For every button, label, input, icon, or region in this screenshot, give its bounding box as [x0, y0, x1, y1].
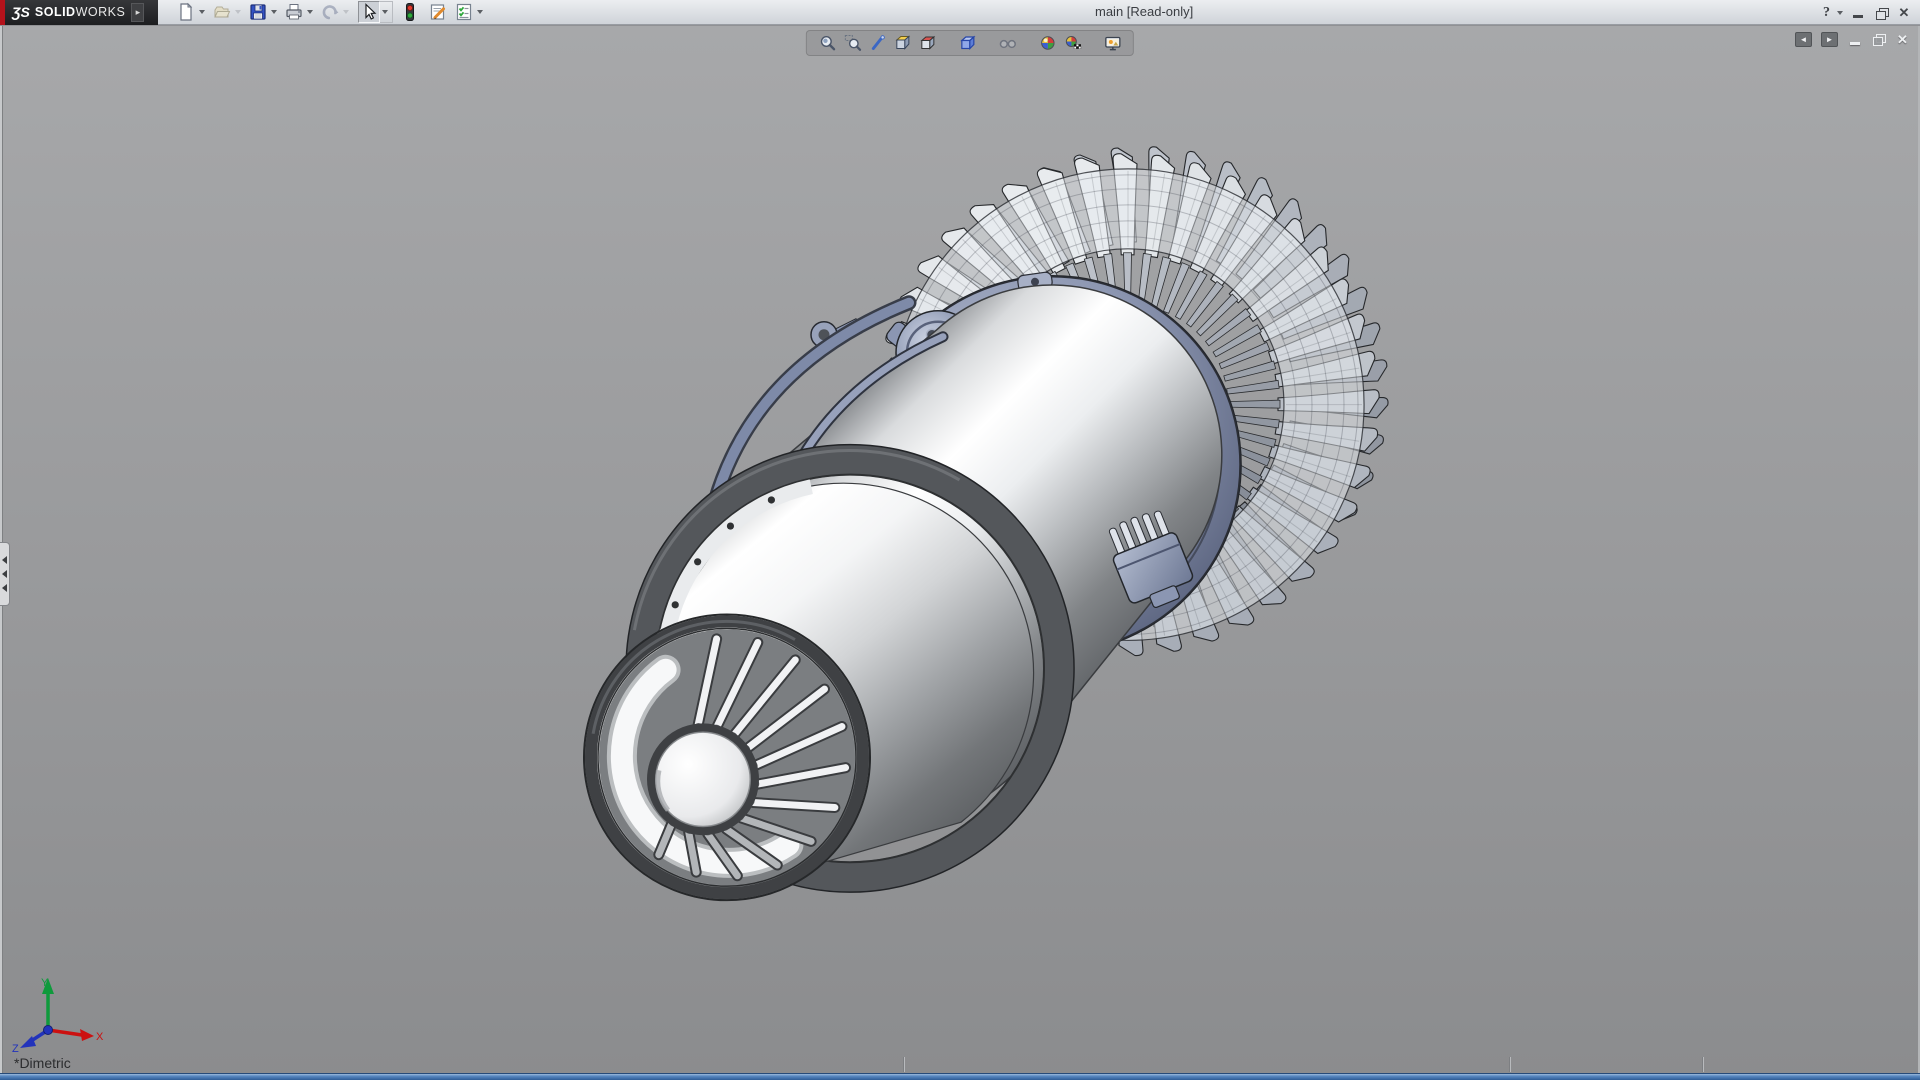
- print-dropdown-caret[interactable]: [307, 10, 313, 14]
- view-orientation-button[interactable]: [915, 31, 940, 55]
- triad-z-label: Z: [12, 1043, 19, 1052]
- logo-text-works: WORKS: [76, 5, 126, 19]
- zoom-to-area-button[interactable]: [840, 31, 865, 55]
- traffic-light-icon: [399, 1, 421, 23]
- graphics-viewport[interactable]: ◄ ► ✕ Y X Z *Dimetric: [0, 26, 1920, 1080]
- menu-expand-arrow[interactable]: ▸: [131, 3, 144, 22]
- window-title: main [Read-only]: [1095, 4, 1193, 19]
- select-cursor-icon: [358, 1, 380, 23]
- app-window-controls: ? ✕: [1823, 0, 1912, 25]
- reference-triad: Y X Z: [8, 972, 108, 1052]
- zoom-to-fit-button[interactable]: [815, 31, 840, 55]
- save-dropdown-caret[interactable]: [271, 10, 277, 14]
- eyeglasses-icon: [998, 34, 1016, 52]
- statusbar-divider: [1509, 1057, 1510, 1072]
- section-view-icon: [893, 34, 911, 52]
- app-close-button[interactable]: ✕: [1896, 5, 1912, 21]
- view-orientation-icon: [918, 34, 936, 52]
- rebuild-button[interactable]: [398, 0, 422, 24]
- apply-scene-button[interactable]: [1060, 31, 1085, 55]
- options-dropdown-caret[interactable]: [477, 10, 483, 14]
- collapse-arrow-icon: [2, 556, 7, 564]
- previous-view-button[interactable]: [865, 31, 890, 55]
- appearance-ball-icon: [1038, 34, 1056, 52]
- select-button[interactable]: [357, 0, 394, 24]
- display-style-button[interactable]: [955, 31, 980, 55]
- section-view-button[interactable]: [890, 31, 915, 55]
- select-dropdown-caret[interactable]: [382, 10, 388, 14]
- open-icon: [211, 1, 233, 23]
- logo-red-stripe: [0, 0, 5, 25]
- statusbar-divider: [903, 1057, 904, 1072]
- taskbar-edge-strip: [0, 1073, 1920, 1080]
- checklist-icon: [453, 1, 475, 23]
- view-orientation-label: *Dimetric: [14, 1055, 71, 1071]
- triad-x-label: X: [96, 1031, 104, 1043]
- doc-minimize-button[interactable]: [1847, 32, 1862, 47]
- new-document-button[interactable]: [174, 0, 210, 24]
- statusbar-divider: [1702, 1057, 1703, 1072]
- triad-y-label: Y: [41, 977, 49, 989]
- hide-show-items-button[interactable]: [995, 31, 1020, 55]
- feature-manager-collapsed-tab[interactable]: [0, 542, 10, 606]
- new-document-icon: [175, 1, 197, 23]
- help-button[interactable]: ?: [1823, 5, 1830, 21]
- undo-button[interactable]: [318, 0, 354, 24]
- save-button[interactable]: [246, 0, 282, 24]
- print-button[interactable]: [282, 0, 318, 24]
- open-dropdown-caret: [235, 10, 241, 14]
- select-dropdown-cell[interactable]: [380, 1, 393, 23]
- nozzle-mouth: [584, 614, 870, 900]
- collapse-arrow-icon: [2, 570, 7, 578]
- file-properties-button[interactable]: [426, 0, 450, 24]
- view-settings-button[interactable]: [1100, 31, 1125, 55]
- solidworks-logo: ƷS SOLID WORKS ▸: [0, 0, 158, 25]
- document-window-controls: ◄ ► ✕: [1795, 32, 1910, 47]
- options-button[interactable]: [452, 0, 488, 24]
- zoom-to-fit-icon: [818, 34, 836, 52]
- previous-view-icon: [868, 34, 886, 52]
- undo-dropdown-caret: [343, 10, 349, 14]
- scene-ball-flag-icon: [1063, 34, 1081, 52]
- edit-appearance-button[interactable]: [1035, 31, 1060, 55]
- dock-right-button[interactable]: ►: [1821, 32, 1838, 47]
- print-icon: [283, 1, 305, 23]
- heads-up-view-toolbar: [806, 30, 1134, 56]
- new-dropdown-caret[interactable]: [199, 10, 205, 14]
- app-restore-button[interactable]: [1873, 5, 1889, 21]
- display-style-icon: [958, 34, 976, 52]
- note-pencil-icon: [427, 1, 449, 23]
- monitor-icon: [1103, 34, 1121, 52]
- open-button[interactable]: [210, 0, 246, 24]
- dock-left-button[interactable]: ◄: [1795, 32, 1812, 47]
- app-minimize-button[interactable]: [1850, 5, 1866, 21]
- solidworks-logo-glyph: ƷS: [12, 4, 30, 20]
- main-toolbar: [174, 0, 488, 25]
- help-dropdown-caret[interactable]: [1837, 11, 1843, 15]
- undo-icon: [319, 1, 341, 23]
- zoom-to-area-icon: [843, 34, 861, 52]
- title-bar: ƷS SOLID WORKS ▸: [0, 0, 1920, 25]
- engine-model: [0, 26, 1920, 1080]
- doc-restore-button[interactable]: [1871, 32, 1886, 47]
- doc-close-button[interactable]: ✕: [1895, 32, 1910, 47]
- save-icon: [247, 1, 269, 23]
- logo-text-solid: SOLID: [35, 5, 76, 19]
- collapse-arrow-icon: [2, 584, 7, 592]
